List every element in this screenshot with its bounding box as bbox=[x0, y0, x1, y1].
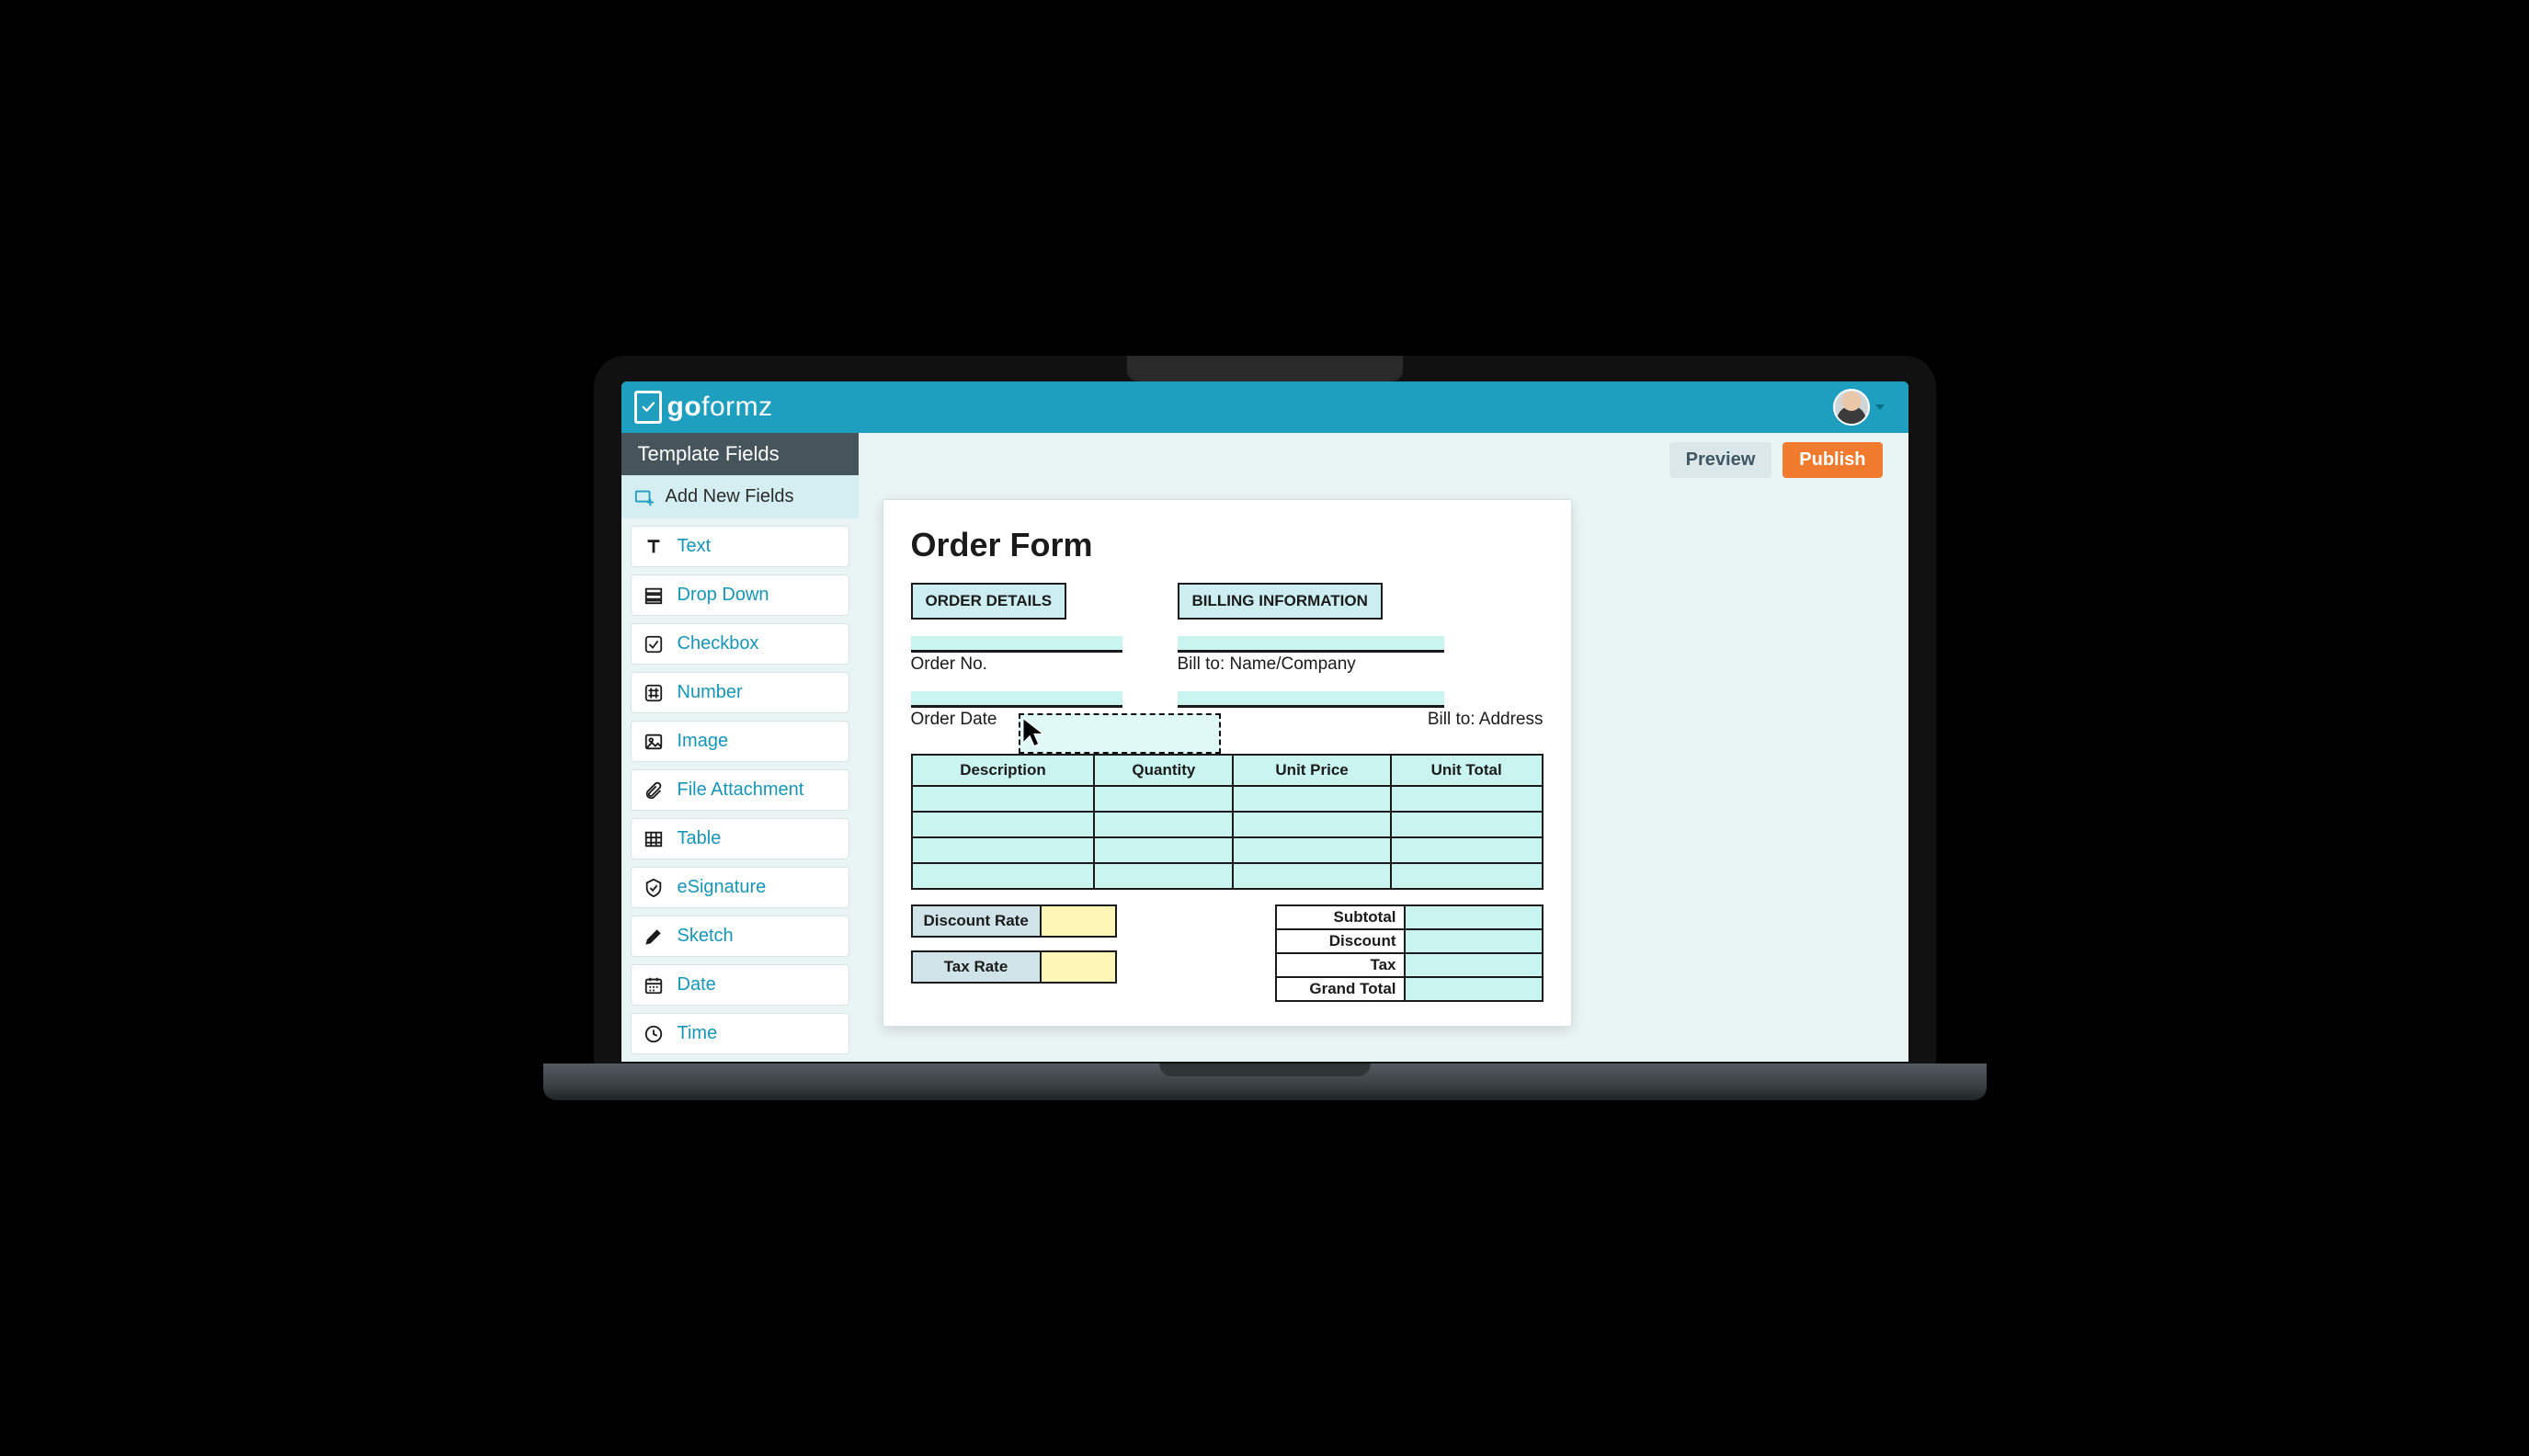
order-no-label: Order No. bbox=[911, 654, 987, 674]
form-title: Order Form bbox=[911, 526, 1544, 564]
field-label: Checkbox bbox=[678, 633, 759, 654]
bill-name-input[interactable] bbox=[1178, 636, 1444, 653]
col-description: Description bbox=[912, 755, 1095, 786]
editor-canvas-area: Preview Publish Order Form ORDER DETAILS bbox=[859, 433, 1908, 1062]
field-type-number[interactable]: Number bbox=[631, 672, 849, 713]
table-icon bbox=[643, 829, 665, 849]
text-icon bbox=[643, 537, 665, 557]
rate-inputs: Discount Rate Tax Rate bbox=[911, 904, 1117, 1002]
field-label: File Attachment bbox=[678, 779, 804, 801]
field-type-list: Text Drop Down Checkbox bbox=[621, 518, 859, 1062]
subtotal-value[interactable] bbox=[1405, 905, 1543, 929]
chevron-down-icon bbox=[1875, 404, 1885, 410]
section-order-details: ORDER DETAILS bbox=[911, 583, 1067, 620]
sidebar-title: Template Fields bbox=[621, 433, 859, 475]
grandtotal-label: Grand Total bbox=[1276, 977, 1405, 1001]
table-row[interactable] bbox=[912, 837, 1543, 863]
field-type-text[interactable]: Text bbox=[631, 526, 849, 567]
brand-logo[interactable]: goformz bbox=[634, 391, 773, 424]
field-type-dropdown[interactable]: Drop Down bbox=[631, 574, 849, 616]
col-unit-price: Unit Price bbox=[1233, 755, 1391, 786]
table-row[interactable] bbox=[912, 863, 1543, 889]
user-menu[interactable] bbox=[1833, 389, 1885, 426]
field-label: Image bbox=[678, 731, 729, 752]
preview-button[interactable]: Preview bbox=[1669, 442, 1772, 478]
table-row[interactable] bbox=[912, 812, 1543, 837]
field-label: Table bbox=[678, 828, 722, 849]
field-type-esignature[interactable]: eSignature bbox=[631, 867, 849, 908]
field-type-date[interactable]: Date bbox=[631, 964, 849, 1006]
bill-addr-label: Bill to: Address bbox=[1178, 710, 1544, 730]
field-label: Time bbox=[678, 1023, 718, 1044]
tax-label: Tax bbox=[1276, 953, 1405, 977]
discount-rate-field[interactable]: Discount Rate bbox=[911, 904, 1117, 938]
bill-addr-input[interactable] bbox=[1178, 691, 1444, 708]
field-label: Text bbox=[678, 536, 712, 557]
sketch-icon bbox=[643, 927, 665, 947]
field-type-checkbox[interactable]: Checkbox bbox=[631, 623, 849, 665]
number-icon bbox=[643, 683, 665, 703]
field-type-image[interactable]: Image bbox=[631, 721, 849, 762]
grandtotal-value[interactable] bbox=[1405, 977, 1543, 1001]
laptop-mockup: goformz Template Fields bbox=[594, 356, 1936, 1100]
order-date-input[interactable] bbox=[911, 691, 1122, 708]
field-type-time[interactable]: Time bbox=[631, 1013, 849, 1054]
items-table[interactable]: Description Quantity Unit Price Unit Tot… bbox=[911, 754, 1544, 890]
form-canvas[interactable]: Order Form ORDER DETAILS Order No. bbox=[883, 499, 1572, 1027]
brand-logo-icon bbox=[634, 391, 662, 424]
field-type-table[interactable]: Table bbox=[631, 818, 849, 859]
discount-value[interactable] bbox=[1405, 929, 1543, 953]
attachment-icon bbox=[643, 780, 665, 801]
sidebar: Template Fields Add New Fields Text bbox=[621, 433, 859, 1062]
app-topbar: goformz bbox=[621, 381, 1908, 433]
order-details-column: ORDER DETAILS Order No. Order Date bbox=[911, 583, 1122, 730]
laptop-notch bbox=[1127, 356, 1403, 381]
laptop-base bbox=[543, 1064, 1987, 1100]
image-icon bbox=[643, 732, 665, 752]
tax-rate-field[interactable]: Tax Rate bbox=[911, 950, 1117, 984]
billing-column: BILLING INFORMATION Bill to: Name/Compan… bbox=[1178, 583, 1544, 730]
tax-value[interactable] bbox=[1405, 953, 1543, 977]
tax-rate-input[interactable] bbox=[1042, 952, 1115, 982]
subtotal-label: Subtotal bbox=[1276, 905, 1405, 929]
field-label: Number bbox=[678, 682, 743, 703]
add-new-fields[interactable]: Add New Fields bbox=[621, 475, 859, 518]
date-icon bbox=[643, 975, 665, 995]
discount-label: Discount bbox=[1276, 929, 1405, 953]
field-label: Drop Down bbox=[678, 585, 769, 606]
field-type-sketch[interactable]: Sketch bbox=[631, 916, 849, 957]
order-no-input[interactable] bbox=[911, 636, 1122, 653]
add-field-icon bbox=[634, 487, 655, 507]
field-label: eSignature bbox=[678, 877, 767, 898]
discount-rate-input[interactable] bbox=[1042, 906, 1115, 936]
col-quantity: Quantity bbox=[1094, 755, 1233, 786]
brand-logo-text: goformz bbox=[667, 392, 773, 423]
publish-button[interactable]: Publish bbox=[1783, 442, 1882, 478]
discount-rate-label: Discount Rate bbox=[913, 906, 1042, 936]
add-new-fields-label: Add New Fields bbox=[666, 486, 794, 507]
totals-table: Subtotal Discount Tax Grand Total bbox=[1275, 904, 1544, 1002]
field-type-attachment[interactable]: File Attachment bbox=[631, 769, 849, 811]
bill-name-label: Bill to: Name/Company bbox=[1178, 654, 1356, 674]
col-unit-total: Unit Total bbox=[1391, 755, 1543, 786]
avatar bbox=[1833, 389, 1870, 426]
order-date-label: Order Date bbox=[911, 710, 997, 729]
checkbox-icon bbox=[643, 634, 665, 654]
section-billing: BILLING INFORMATION bbox=[1178, 583, 1383, 620]
table-row[interactable] bbox=[912, 786, 1543, 812]
field-label: Sketch bbox=[678, 926, 734, 947]
time-icon bbox=[643, 1024, 665, 1044]
tax-rate-label: Tax Rate bbox=[913, 952, 1042, 982]
dropdown-icon bbox=[643, 586, 665, 606]
field-label: Date bbox=[678, 974, 716, 995]
esignature-icon bbox=[643, 878, 665, 898]
